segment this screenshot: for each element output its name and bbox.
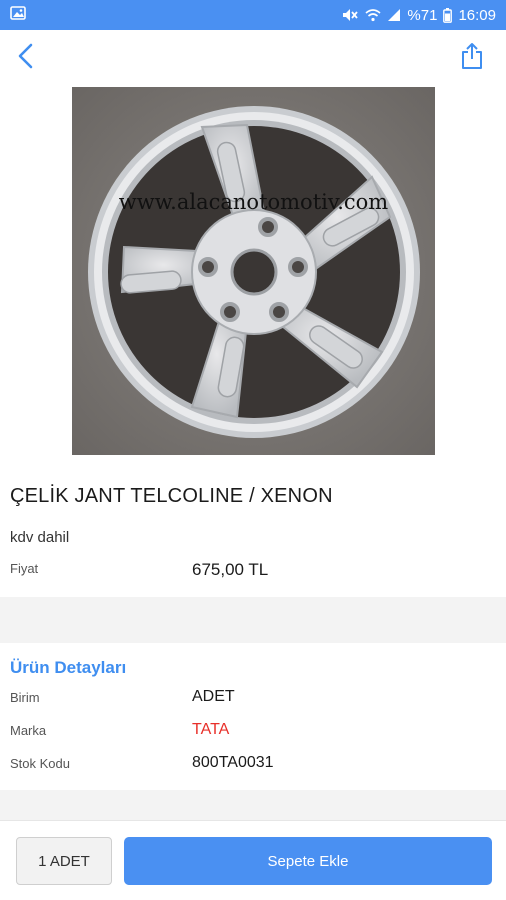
quantity-button[interactable]: 1 ADET (16, 837, 112, 885)
details-section-title: Ürün Detayları (10, 658, 127, 677)
share-icon (460, 42, 484, 75)
product-title: ÇELİK JANT TELCOLINE / XENON (10, 485, 333, 507)
battery-icon (443, 7, 453, 23)
mute-icon (341, 7, 359, 23)
status-left (10, 6, 26, 24)
detail-label-unit: Birim (10, 690, 40, 705)
price-value: 675,00 TL (192, 560, 269, 579)
app-bar (0, 30, 506, 86)
detail-label-stock-code: Stok Kodu (10, 756, 70, 771)
chevron-left-icon (17, 43, 35, 74)
share-button[interactable] (456, 42, 488, 74)
wifi-icon (365, 8, 381, 22)
product-watermark: www.alacanotomotiv.com (118, 190, 389, 214)
image-icon (10, 6, 26, 24)
signal-icon (387, 8, 401, 22)
section-divider (0, 597, 506, 643)
status-bar: %71 16:09 (0, 0, 506, 30)
clock: 16:09 (458, 6, 496, 24)
product-image: www.alacanotomotiv.com (72, 87, 435, 455)
add-to-cart-button[interactable]: Sepete Ekle (124, 837, 492, 885)
detail-value-stock-code: 800TA0031 (192, 754, 274, 771)
back-button[interactable] (10, 42, 42, 74)
wheel-rim-icon (72, 87, 435, 455)
bottom-action-bar: 1 ADET Sepete Ekle (0, 820, 506, 900)
status-right: %71 16:09 (341, 7, 496, 24)
detail-label-brand: Marka (10, 723, 47, 738)
battery-label: %71 (407, 6, 438, 24)
detail-value-brand: TATA (192, 721, 230, 738)
bottom-divider (0, 790, 506, 820)
detail-value-unit: ADET (192, 688, 235, 705)
vat-note: kdv dahil (10, 529, 70, 546)
price-label: Fiyat (10, 561, 39, 576)
